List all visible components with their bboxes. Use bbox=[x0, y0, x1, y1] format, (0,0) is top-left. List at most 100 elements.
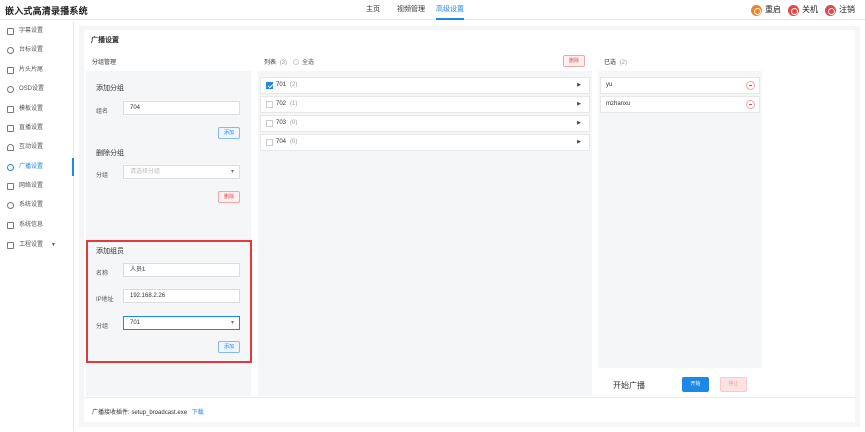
sidebar-item-template[interactable]: 模板设置 bbox=[0, 100, 74, 118]
list-item[interactable]: 703 (0) ▶ bbox=[260, 115, 590, 132]
broadcast-icon bbox=[7, 163, 14, 171]
interact-icon bbox=[7, 143, 14, 151]
add-group-button[interactable]: 添加 bbox=[218, 127, 240, 139]
sidebar-item-label: 网络设置 bbox=[19, 183, 44, 189]
shutdown-button[interactable]: 关机 bbox=[788, 4, 818, 16]
list-header: 列表 (3) bbox=[264, 57, 287, 66]
group-checkbox[interactable] bbox=[266, 139, 273, 146]
delete-group-label: 分组 bbox=[96, 173, 109, 179]
selected-header: 已选 (2) bbox=[604, 57, 627, 66]
group-mgmt-header: 分组管理 bbox=[92, 60, 117, 66]
nav-home[interactable]: 主页 bbox=[366, 0, 380, 20]
delete-group-button[interactable]: 删除 bbox=[218, 191, 240, 203]
download-link[interactable]: 下载 bbox=[192, 410, 204, 416]
select-all-label: 全选 bbox=[302, 60, 315, 66]
start-broadcast-label: 开始广播 bbox=[613, 381, 645, 390]
sidebar-item-subtitle[interactable]: 字幕设置 bbox=[0, 22, 74, 40]
selected-item-name: yu bbox=[606, 82, 613, 88]
member-group-label: 分组 bbox=[96, 324, 109, 330]
selected-item-name: mzhanxu bbox=[606, 101, 631, 107]
group-count: (0) bbox=[290, 139, 298, 145]
sidebar-item-label: 广播设置 bbox=[19, 164, 44, 170]
plugin-info: 广播接收插件: setup_broadcast.exe 下载 bbox=[92, 407, 204, 416]
group-checkbox[interactable] bbox=[266, 101, 273, 108]
subtitle-icon bbox=[7, 27, 14, 35]
sidebar-item-film[interactable]: 片头片尾 bbox=[0, 61, 74, 79]
film-icon bbox=[7, 66, 14, 74]
group-name: 702 bbox=[276, 101, 287, 107]
sidebar-item-live[interactable]: 直播设置 bbox=[0, 119, 74, 137]
expand-arrow-icon[interactable]: ▶ bbox=[577, 116, 581, 131]
nav-advanced-settings[interactable]: 高级设置 bbox=[436, 0, 464, 20]
sidebar-item-label: 工程设置 bbox=[19, 242, 44, 248]
sidebar-item-label: 片头片尾 bbox=[19, 67, 44, 73]
list-count: (3) bbox=[279, 60, 288, 66]
restart-button[interactable]: 重启 bbox=[751, 4, 781, 16]
sidebar-item-info[interactable]: 系统信息 bbox=[0, 216, 74, 234]
start-broadcast-button[interactable]: 开始 bbox=[682, 377, 709, 392]
logout-icon bbox=[825, 4, 836, 16]
member-name-input[interactable]: 人员1 bbox=[123, 263, 240, 277]
system-icon bbox=[7, 201, 14, 209]
restart-icon bbox=[751, 4, 762, 16]
group-checkbox[interactable] bbox=[266, 120, 273, 127]
selected-column bbox=[598, 71, 762, 368]
stop-broadcast-button[interactable]: 停止 bbox=[720, 377, 747, 392]
sidebar-item-label: 台标设置 bbox=[19, 47, 44, 53]
remove-icon[interactable] bbox=[746, 81, 755, 90]
list-item[interactable]: 701 (2) ▶ bbox=[260, 77, 590, 94]
select-all-checkbox[interactable]: 全选 bbox=[293, 57, 314, 66]
power-icon bbox=[788, 4, 799, 16]
selected-title: 已选 bbox=[604, 60, 617, 66]
group-name: 703 bbox=[276, 120, 287, 126]
group-count: (1) bbox=[290, 101, 298, 107]
expand-arrow-icon[interactable]: ▶ bbox=[577, 97, 581, 112]
sidebar-item-interact[interactable]: 互动设置 bbox=[0, 138, 74, 156]
sidebar-item-system[interactable]: 系统设置 bbox=[0, 196, 74, 214]
expand-arrow-icon[interactable]: ▶ bbox=[577, 78, 581, 93]
sidebar-item-label: 字幕设置 bbox=[19, 28, 44, 34]
group-name-label: 组名 bbox=[96, 109, 109, 115]
osd-icon bbox=[7, 85, 14, 93]
group-count: (0) bbox=[290, 120, 298, 126]
list-item[interactable]: 702 (1) ▶ bbox=[260, 96, 590, 113]
shutdown-label: 关机 bbox=[802, 5, 818, 14]
network-icon bbox=[7, 182, 14, 190]
add-group-title: 添加分组 bbox=[96, 85, 124, 92]
list-item[interactable]: 704 (0) ▶ bbox=[260, 134, 590, 151]
member-ip-input[interactable]: 192.168.2.26 bbox=[123, 289, 240, 303]
nav-video-management[interactable]: 视频管理 bbox=[397, 0, 425, 20]
top-bar: 嵌入式高清录播系统 主页 视频管理 高级设置 重启 关机 注销 bbox=[0, 0, 865, 20]
logo-icon bbox=[7, 46, 14, 54]
selected-item: yu bbox=[600, 77, 760, 94]
sidebar-item-label: 直播设置 bbox=[19, 125, 44, 131]
sidebar-item-logo[interactable]: 台标设置 bbox=[0, 41, 74, 59]
group-checkbox[interactable] bbox=[266, 82, 273, 89]
sidebar-item-label: 互动设置 bbox=[19, 144, 44, 150]
add-member-button[interactable]: 添加 bbox=[218, 341, 240, 353]
sidebar-item-osd[interactable]: OSD设置 bbox=[0, 80, 74, 98]
remove-icon[interactable] bbox=[746, 100, 755, 109]
expand-arrow-icon[interactable]: ▶ bbox=[577, 135, 581, 150]
list-title: 列表 bbox=[264, 60, 277, 66]
member-ip-label: IP地址 bbox=[96, 297, 114, 303]
group-name-input[interactable]: 704 bbox=[123, 101, 240, 115]
list-delete-button[interactable]: 删除 bbox=[563, 55, 585, 67]
sidebar-item-label: 系统设置 bbox=[19, 202, 44, 208]
logout-button[interactable]: 注销 bbox=[825, 4, 855, 16]
sidebar-item-engineering[interactable]: 工程设置 ▼ bbox=[0, 236, 74, 254]
select-all-radio-icon bbox=[293, 58, 299, 65]
group-name: 704 bbox=[276, 139, 287, 145]
info-icon bbox=[7, 221, 14, 229]
group-count: (2) bbox=[290, 82, 298, 88]
plugin-label: 广播接收插件: setup_broadcast.exe bbox=[92, 410, 188, 416]
sidebar-item-label: 系统信息 bbox=[19, 222, 44, 228]
logout-label: 注销 bbox=[839, 5, 855, 14]
engineering-icon bbox=[7, 241, 14, 249]
member-name-label: 名称 bbox=[96, 271, 109, 277]
sidebar-item-label: OSD设置 bbox=[19, 86, 45, 92]
member-group-select[interactable]: 701 bbox=[123, 316, 240, 330]
sidebar-item-broadcast[interactable]: 广播设置 bbox=[0, 158, 74, 176]
delete-group-select[interactable]: 请选择分组 bbox=[123, 165, 240, 179]
sidebar-item-network[interactable]: 网络设置 bbox=[0, 177, 74, 195]
